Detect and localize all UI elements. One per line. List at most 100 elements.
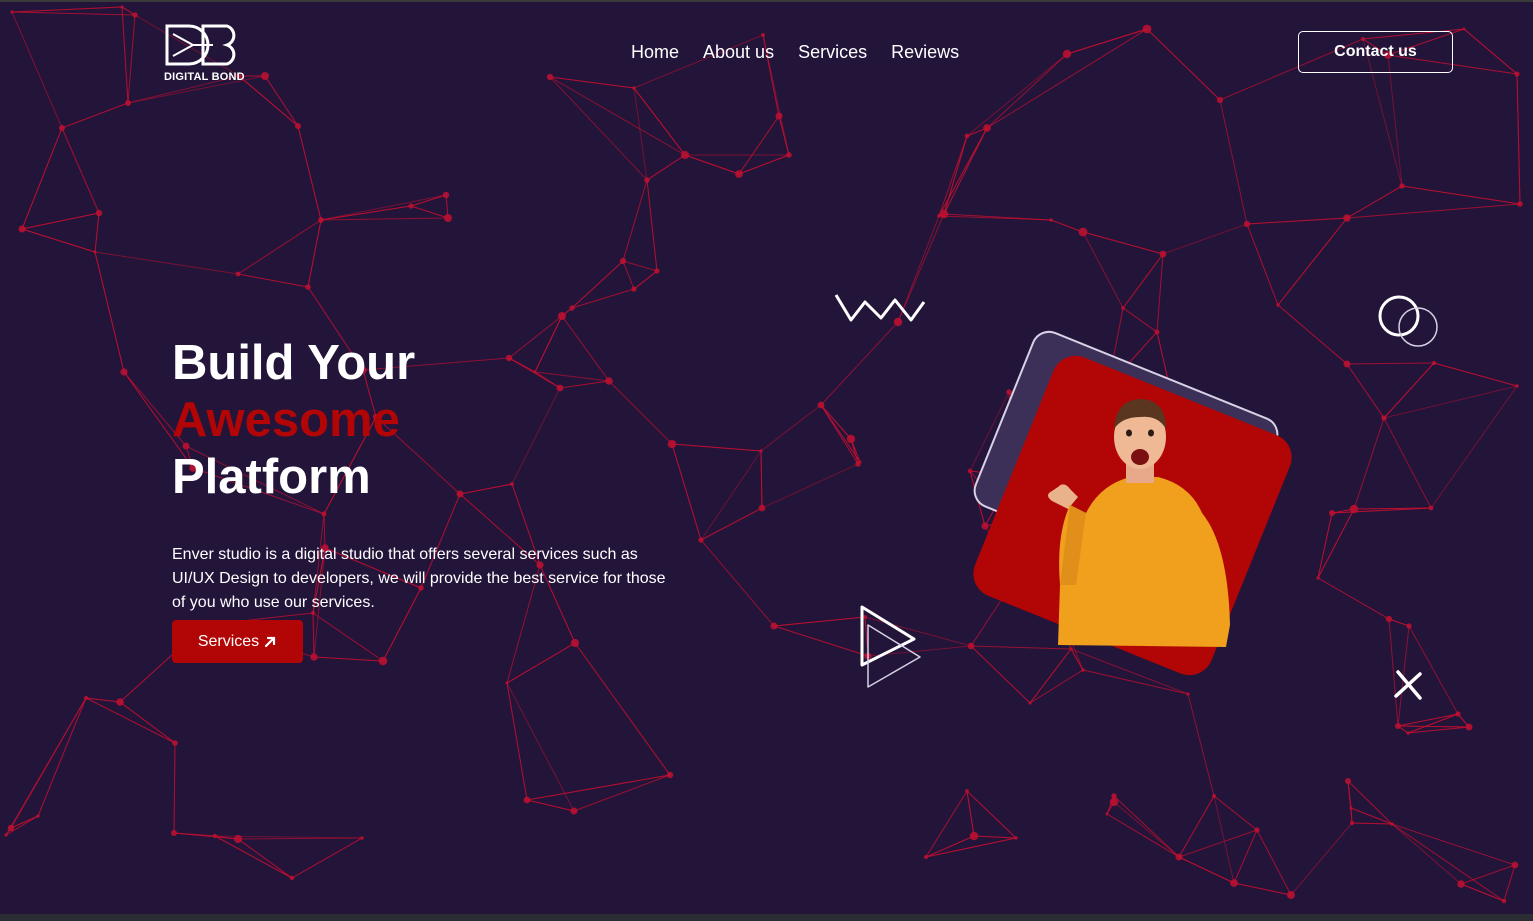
network-node <box>1406 623 1412 629</box>
network-node <box>1081 668 1085 672</box>
network-node <box>1212 794 1216 798</box>
network-node <box>666 771 674 779</box>
play-triangles-icon <box>860 605 921 688</box>
nav-about-us[interactable]: About us <box>703 42 774 63</box>
nav-reviews[interactable]: Reviews <box>891 42 959 63</box>
network-line <box>119 701 176 744</box>
network-node <box>969 831 979 841</box>
network-node <box>817 401 825 409</box>
network-line <box>264 75 299 127</box>
contact-us-button[interactable]: Contact us <box>1298 31 1453 73</box>
network-line <box>973 835 1017 839</box>
network-line <box>1113 795 1180 858</box>
network-node <box>18 225 26 233</box>
network-line <box>291 837 363 879</box>
network-node <box>924 855 928 859</box>
network-line <box>1346 203 1521 219</box>
headline-line-2: Awesome <box>172 393 400 447</box>
network-node <box>569 305 575 311</box>
network-node <box>261 72 269 80</box>
network-line <box>1350 807 1393 825</box>
network-node <box>7 824 15 832</box>
network-node <box>1343 360 1351 368</box>
network-line <box>760 404 822 452</box>
network-line <box>21 127 63 230</box>
network-node <box>171 830 177 836</box>
network-line <box>1122 307 1158 333</box>
network-line <box>925 837 1017 858</box>
network-node <box>295 123 301 129</box>
network-line <box>1351 822 1393 825</box>
network-node <box>83 695 89 701</box>
headline-line-1: Build Your <box>172 336 416 390</box>
network-line <box>1113 801 1180 858</box>
network-line <box>1503 864 1516 902</box>
network-line <box>121 6 129 104</box>
network-node <box>235 271 241 277</box>
network-node <box>172 740 178 746</box>
network-line <box>622 260 635 290</box>
network-node <box>289 875 295 881</box>
network-line <box>559 380 610 389</box>
network-line <box>820 404 859 465</box>
network-line <box>506 682 575 812</box>
network-node <box>1062 49 1072 59</box>
network-node <box>858 460 862 464</box>
network-node <box>556 384 564 392</box>
network-line <box>671 443 702 541</box>
network-line <box>1346 185 1403 219</box>
network-node <box>310 653 318 661</box>
network-node <box>1399 183 1405 189</box>
network-node <box>570 638 580 648</box>
network-node <box>120 5 124 9</box>
network-node <box>570 807 578 815</box>
close-x-icon <box>1394 670 1422 700</box>
network-line <box>700 507 763 541</box>
network-node <box>1230 879 1238 887</box>
network-node <box>36 814 40 818</box>
nav-services[interactable]: Services <box>798 42 867 63</box>
network-line <box>1178 856 1235 884</box>
network-node <box>619 257 627 265</box>
network-node <box>10 10 14 14</box>
network-line <box>1346 362 1435 365</box>
network-line <box>700 450 762 541</box>
network-node <box>1316 576 1320 580</box>
network-node <box>1216 96 1224 104</box>
network-node <box>212 833 218 839</box>
cta-label: Services <box>197 632 260 650</box>
network-node <box>1142 24 1152 34</box>
hero-headline: Build Your Awesome Platform <box>172 335 415 506</box>
network-line <box>1383 385 1518 419</box>
network-line <box>127 14 136 104</box>
network-line <box>1277 304 1348 365</box>
main-nav: Home About us Services Reviews <box>631 42 959 63</box>
network-node <box>981 522 989 530</box>
network-node <box>1014 836 1018 840</box>
network-node <box>408 203 414 209</box>
network-line <box>94 251 239 275</box>
network-line <box>11 11 63 129</box>
nav-home[interactable]: Home <box>631 42 679 63</box>
services-cta-button[interactable]: Services <box>172 620 303 663</box>
network-line <box>10 697 87 829</box>
network-node <box>456 490 464 498</box>
network-line <box>313 656 384 662</box>
network-line <box>1347 780 1353 824</box>
network-line <box>986 53 1068 129</box>
network-node <box>444 214 452 222</box>
network-line <box>633 270 658 290</box>
network-node <box>95 209 103 217</box>
network-line <box>1317 508 1355 579</box>
network-node <box>965 789 969 793</box>
network-node <box>1078 227 1088 237</box>
network-node <box>667 439 677 449</box>
network-node <box>59 125 65 131</box>
network-line <box>85 697 121 703</box>
network-node <box>1457 880 1465 888</box>
network-node <box>360 836 364 840</box>
person-photo <box>1048 399 1230 647</box>
network-node <box>1254 827 1260 833</box>
network-line <box>508 315 563 359</box>
network-node <box>1349 820 1355 826</box>
